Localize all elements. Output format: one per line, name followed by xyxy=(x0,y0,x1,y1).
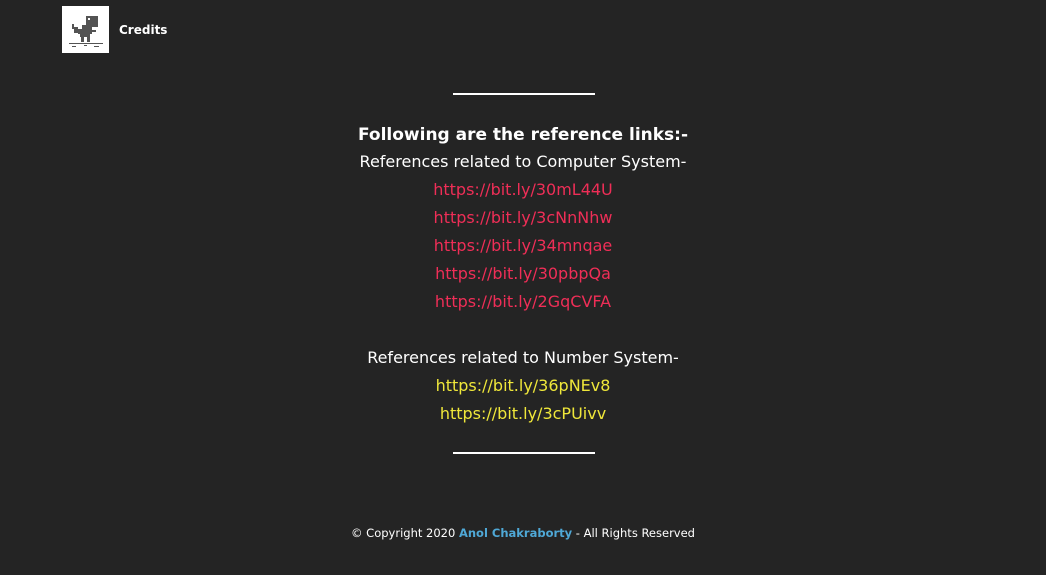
dino-icon xyxy=(68,15,103,47)
computer-system-link[interactable]: https://bit.ly/3cNnNhw xyxy=(0,204,1046,232)
rights-text: - All Rights Reserved xyxy=(572,526,695,540)
computer-system-link[interactable]: https://bit.ly/2GqCVFA xyxy=(0,288,1046,316)
references-heading: Following are the reference links:- xyxy=(357,125,689,145)
computer-system-link[interactable]: https://bit.ly/34mnqae xyxy=(0,232,1046,260)
page: Credits Following are the reference link… xyxy=(0,0,1046,575)
copyright-text: © Copyright 2020 xyxy=(351,526,459,540)
number-system-link[interactable]: https://bit.ly/36pNEv8 xyxy=(0,372,1046,400)
computer-system-section: References related to Computer System- h… xyxy=(0,148,1046,316)
top-divider xyxy=(453,93,595,95)
number-system-section: References related to Number System- htt… xyxy=(0,344,1046,428)
number-system-label: References related to Number System- xyxy=(367,348,679,367)
footer: © Copyright 2020 Anol Chakraborty - All … xyxy=(0,525,1046,541)
number-system-link[interactable]: https://bit.ly/3cPUivv xyxy=(0,400,1046,428)
logo[interactable] xyxy=(62,6,109,53)
computer-system-label: References related to Computer System- xyxy=(359,152,687,171)
computer-system-link[interactable]: https://bit.ly/30pbpQa xyxy=(0,260,1046,288)
author-link[interactable]: Anol Chakraborty xyxy=(459,526,572,540)
bottom-divider xyxy=(453,452,595,454)
computer-system-link[interactable]: https://bit.ly/30mL44U xyxy=(0,176,1046,204)
brand-title[interactable]: Credits xyxy=(119,22,167,38)
